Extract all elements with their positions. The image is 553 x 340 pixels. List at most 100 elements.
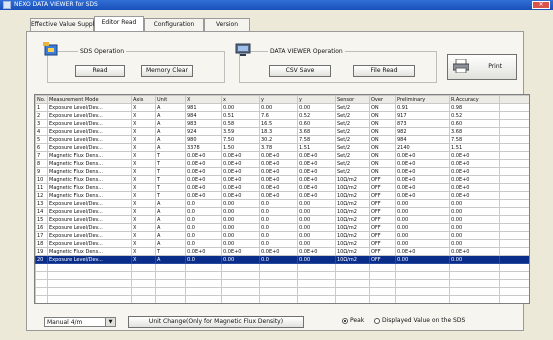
tab-editor-read[interactable]: Editor Read	[94, 16, 144, 31]
table-cell: Set/2	[335, 127, 370, 136]
table-row[interactable]: 18 Exposure Level/Dev... X A 0.0 0.00 0.0 0.00 1…	[35, 239, 529, 248]
table-cell: 17	[35, 231, 48, 240]
table-cell	[156, 304, 186, 305]
title-bar[interactable]: NEXO DATA VIEWER for SDS ✕	[0, 0, 553, 10]
empty-table-row	[35, 271, 529, 280]
table-cell	[499, 271, 529, 280]
column-header[interactable]: x	[221, 95, 260, 104]
table-row[interactable]: 14 Exposure Level/Dev... X A 0.0 0.00 0.0 0.00 1…	[35, 207, 529, 216]
table-cell: 10	[35, 175, 48, 184]
table-cell	[259, 263, 298, 272]
tab-configuration[interactable]: Configuration	[144, 18, 204, 31]
table-cell: X	[131, 231, 156, 240]
chevron-down-icon[interactable]: ▼	[105, 318, 115, 326]
app-icon	[3, 1, 11, 9]
table-row[interactable]: 20 Exposure Level/Dev... X A 0.0 0.00 0.0 0.00 1…	[35, 255, 529, 264]
column-header[interactable]: Over	[369, 95, 396, 104]
sds-device-icon	[43, 42, 61, 58]
peak-radio[interactable]	[342, 318, 348, 324]
table-cell: X	[131, 191, 156, 200]
empty-table-row	[35, 295, 529, 303]
table-cell: A	[155, 255, 186, 264]
table-cell: 873	[395, 119, 450, 128]
table-cell	[132, 304, 156, 305]
column-header[interactable]: No.	[35, 95, 48, 104]
table-cell: 0.00	[449, 255, 500, 264]
table-cell: 0.0	[259, 223, 298, 232]
table-row[interactable]: 4 Exposure Level/Dev... X A 924 3.59 18.3 3.68 S…	[35, 127, 529, 136]
table-cell: 1.50	[221, 143, 260, 152]
table-row[interactable]: 3 Exposure Level/Dev... X A 983 0.58 16.5 0.60 S…	[35, 119, 529, 128]
table-cell	[47, 279, 132, 288]
print-button-label: Print	[488, 63, 502, 70]
table-cell	[500, 304, 531, 305]
measurement-table[interactable]: No. Measurement Mode Axis Unit X x y y S…	[34, 94, 530, 304]
table-cell: OFF	[369, 223, 396, 232]
column-header[interactable]: Axis	[131, 95, 156, 104]
table-row[interactable]: 7 Magnetic Flux Dens... X T 0.0E+0 0.0E+0 0.0E…	[35, 151, 529, 160]
table-cell	[155, 295, 186, 303]
file-read-button[interactable]: File Read	[353, 65, 415, 77]
table-row[interactable]: 5 Exposure Level/Dev... X A 980 7.50 30.2 7.58 S…	[35, 135, 529, 144]
unit-change-button[interactable]: Unit Change(Only for Magnetic Flux Densi…	[128, 316, 304, 328]
table-row[interactable]: 16 Exposure Level/Dev... X A 0.0 0.00 0.0 0.00 1…	[35, 223, 529, 232]
table-cell: 0.0E+0	[395, 191, 450, 200]
column-header[interactable]: y	[297, 95, 336, 104]
table-row[interactable]: 12 Magnetic Flux Dens... X T 0.0E+0 0.0E+0 0.0…	[35, 191, 529, 200]
table-row[interactable]: 9 Magnetic Flux Dens... X T 0.0E+0 0.0E+0 0.0E…	[35, 167, 529, 176]
unit-select[interactable]: Manual 4/m ▼	[44, 317, 116, 327]
memory-clear-button[interactable]: Memory Clear	[141, 65, 193, 77]
table-cell	[450, 304, 500, 305]
column-header[interactable]: X	[185, 95, 222, 104]
column-header[interactable]: Unit	[155, 95, 186, 104]
table-cell: Set/2	[335, 103, 370, 112]
table-row[interactable]: 10 Magnetic Flux Dens... X T 0.0E+0 0.0E+0 0.0…	[35, 175, 529, 184]
csv-save-button[interactable]: CSV Save	[269, 65, 331, 77]
displayed-value-radio[interactable]	[374, 318, 380, 324]
table-cell: 3.59	[221, 127, 260, 136]
close-icon[interactable]: ✕	[532, 1, 550, 9]
table-row[interactable]: 2 Exposure Level/Dev... X A 984 0.51 7.6 0.52 Se…	[35, 111, 529, 120]
read-button[interactable]: Read	[75, 65, 125, 77]
table-cell	[131, 279, 156, 288]
table-cell: Set/2	[335, 111, 370, 120]
table-row[interactable]: 15 Exposure Level/Dev... X A 0.0 0.00 0.0 0.00 1…	[35, 215, 529, 224]
table-cell-filler	[499, 231, 529, 240]
column-header[interactable]: y	[259, 95, 298, 104]
table-cell	[449, 263, 500, 272]
table-row[interactable]: 13 Exposure Level/Dev... X A 0.0 0.00 0.0 0.00 1…	[35, 199, 529, 208]
table-cell: 0.0E+0	[221, 151, 260, 160]
table-cell: Exposure Level/Dev...	[47, 127, 132, 136]
table-cell-filler	[499, 223, 529, 232]
table-row[interactable]: 1 Exposure Level/Dev... X A 981 0.00 0.00 0.00 S…	[35, 103, 529, 112]
table-cell: 0.0E+0	[449, 175, 500, 184]
tab-effective-value-supply[interactable]: Effective Value Supply	[30, 18, 98, 31]
table-cell: 12	[35, 191, 48, 200]
column-header[interactable]: R.Accuracy	[449, 95, 500, 104]
table-row[interactable]: 19 Magnetic Flux Dens... X T 0.0E+0 0.0E+0 0.0…	[35, 247, 529, 256]
table-cell: 15	[35, 215, 48, 224]
column-header[interactable]: Sensor	[335, 95, 370, 104]
table-cell	[155, 287, 186, 296]
table-row[interactable]: 6 Exposure Level/Dev... X A 3378 1.50 3.78 1.51…	[35, 143, 529, 152]
table-cell: 3	[35, 119, 48, 128]
table-cell: 0.00	[297, 103, 336, 112]
column-header[interactable]: Preliminary	[395, 95, 450, 104]
table-row[interactable]: 17 Exposure Level/Dev... X A 0.0 0.00 0.0 0.00 1…	[35, 231, 529, 240]
tab-version[interactable]: Version	[204, 18, 250, 31]
table-cell-filler	[499, 239, 529, 248]
table-row[interactable]: 8 Magnetic Flux Dens... X T 0.0E+0 0.0E+0 0.0E…	[35, 159, 529, 168]
table-cell: 0.00	[395, 207, 450, 216]
table-cell: 0.0	[185, 199, 222, 208]
table-cell: OFF	[369, 239, 396, 248]
table-cell	[369, 287, 396, 296]
table-cell: A	[155, 119, 186, 128]
table-cell-filler	[499, 143, 529, 152]
table-cell	[370, 304, 396, 305]
column-header[interactable]: Measurement Mode	[47, 95, 132, 104]
table-row[interactable]: 11 Magnetic Flux Dens... X T 0.0E+0 0.0E+0 0.0…	[35, 183, 529, 192]
table-cell: ON	[369, 159, 396, 168]
table-cell: Set/2	[335, 135, 370, 144]
table-cell: ON	[369, 119, 396, 128]
table-cell: 0.0E+0	[185, 167, 222, 176]
